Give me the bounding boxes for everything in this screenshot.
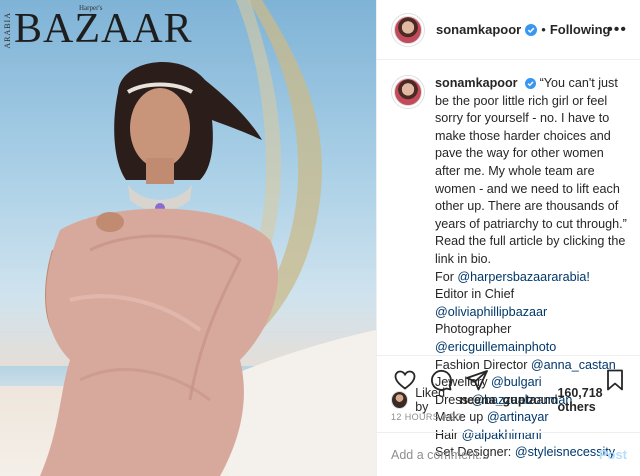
mention-link[interactable]: @oliviaphillipbazaar <box>435 305 547 319</box>
post-comment-button[interactable]: Post <box>599 447 627 462</box>
credit-line: Photographer @ericguillemainphoto <box>435 322 557 354</box>
caption-username[interactable]: sonamkapoor <box>435 76 518 90</box>
author-username[interactable]: sonamkapoor <box>436 22 521 37</box>
verified-badge-icon <box>525 78 537 90</box>
magazine-title: BAZAAR <box>14 6 193 52</box>
following-button[interactable]: Following <box>550 22 611 37</box>
credit-line: For @harpersbazaararabia! <box>435 269 590 284</box>
credit-line: Editor in Chief @oliviaphillipbazaar <box>435 287 548 319</box>
header-separator: • <box>541 22 546 37</box>
verified-badge-icon <box>525 23 538 36</box>
liker-username[interactable]: neena_gupta <box>459 393 536 407</box>
mention-link[interactable]: @ericguillemainphoto <box>435 340 556 354</box>
likes-summary: Liked by neena_gupta and 160,718 others <box>391 386 640 414</box>
more-options-icon[interactable]: ••• <box>607 21 627 39</box>
post-photo[interactable]: ARABIA Harper's BAZAAR <box>0 0 376 476</box>
comment-box: Post <box>377 432 640 476</box>
author-avatar[interactable] <box>391 12 425 47</box>
likes-middle: and <box>536 393 558 407</box>
magazine-side-label: ARABIA <box>3 12 12 49</box>
post-header: sonamkapoor • Following ••• <box>377 0 640 60</box>
likes-prefix: Liked by <box>415 386 446 414</box>
model-figure-illustration <box>40 0 376 476</box>
caption-avatar[interactable] <box>391 75 425 355</box>
comment-input[interactable] <box>391 447 599 462</box>
caption-body: sonamkapoor “You can't just be the poor … <box>435 75 627 459</box>
caption-area: sonamkapoor “You can't just be the poor … <box>377 61 640 459</box>
instagram-post: ARABIA Harper's BAZAAR sonamkapoor • Fol… <box>0 0 640 476</box>
post-date[interactable]: 12 HOURS AGO <box>391 412 463 422</box>
liker-avatar[interactable] <box>391 391 409 409</box>
post-side-panel: sonamkapoor • Following ••• sonamkapoor … <box>376 0 640 476</box>
likes-count[interactable]: 160,718 others <box>557 386 640 414</box>
mention-link[interactable]: @harpersbazaararabia! <box>457 270 590 284</box>
caption-text: “You can't just be the poor little rich … <box>435 76 627 266</box>
